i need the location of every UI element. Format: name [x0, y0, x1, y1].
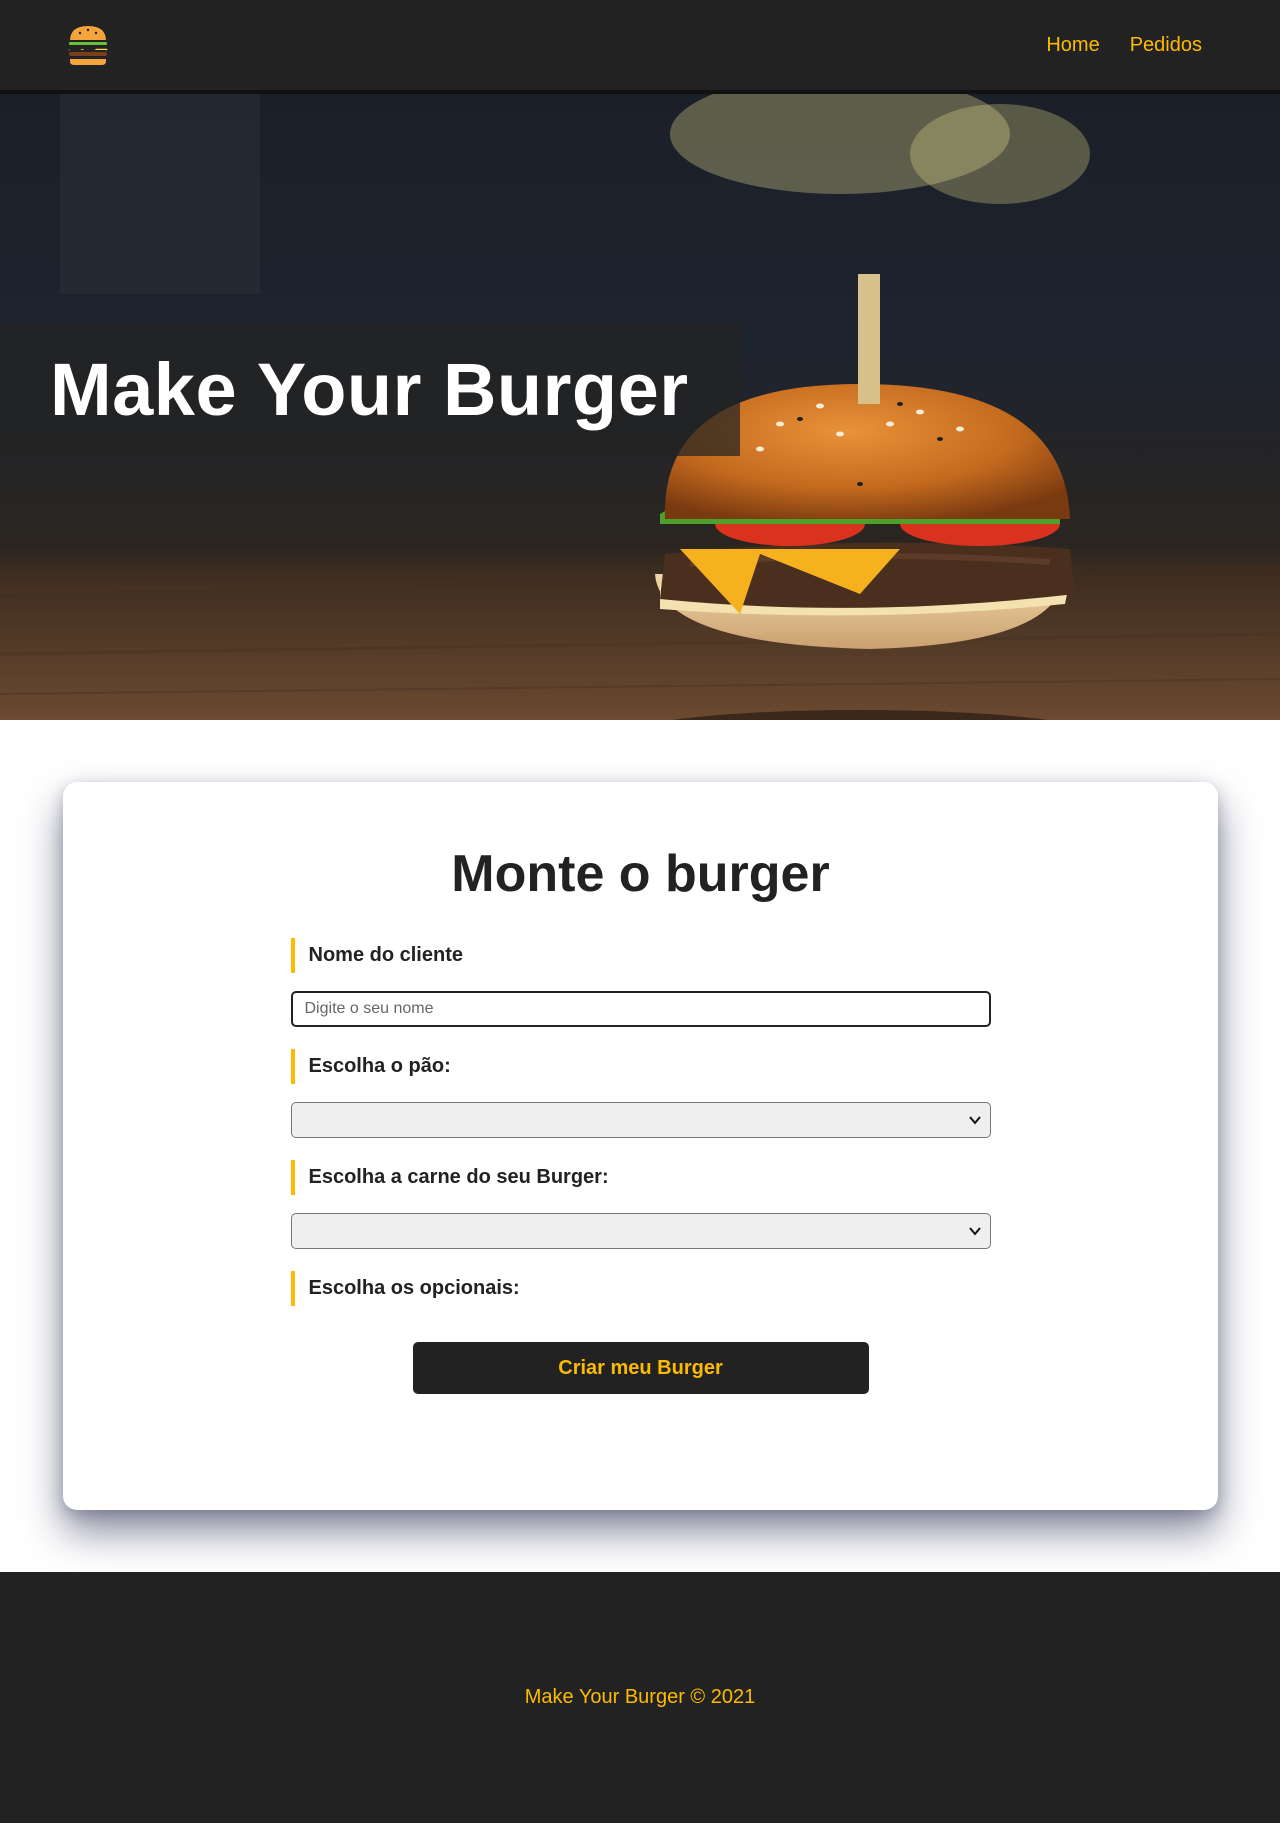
chevron-down-icon — [968, 1227, 981, 1236]
submit-wrap: Criar meu Burger — [291, 1342, 991, 1394]
meat-select[interactable] — [290, 1213, 991, 1249]
chevron-down-icon — [968, 1116, 981, 1125]
optionals-label: Escolha os opcionais: — [290, 1271, 991, 1306]
hero-title: Make Your Burger — [50, 347, 689, 431]
form-title: Monte o burger — [451, 845, 830, 903]
burger-form: Nome do cliente Escolha o pão: Escolha a… — [290, 938, 991, 1394]
name-input[interactable] — [290, 991, 991, 1027]
bread-label: Escolha o pão: — [290, 1049, 991, 1084]
footer: Make Your Burger © 2021 — [0, 1572, 1280, 1823]
navbar: Home Pedidos — [0, 0, 1280, 94]
nav-link-home[interactable]: Home — [1046, 34, 1099, 57]
name-label: Nome do cliente — [290, 938, 991, 973]
main-content: Monte o burger Nome do cliente Escolha o… — [0, 720, 1280, 1572]
order-form-card: Monte o burger Nome do cliente Escolha o… — [63, 782, 1218, 1510]
footer-text: Make Your Burger © 2021 — [524, 1686, 756, 1708]
bread-select[interactable] — [290, 1102, 991, 1138]
hero-banner: Make Your Burger — [0, 94, 1280, 720]
burger-logo-icon — [67, 23, 109, 67]
meat-label: Escolha a carne do seu Burger: — [290, 1160, 991, 1195]
nav-links: Home Pedidos — [1046, 34, 1202, 57]
hero-title-box: Make Your Burger — [0, 322, 740, 456]
nav-link-pedidos[interactable]: Pedidos — [1130, 34, 1202, 57]
logo-link[interactable] — [64, 21, 112, 69]
create-burger-button[interactable]: Criar meu Burger — [412, 1342, 869, 1394]
